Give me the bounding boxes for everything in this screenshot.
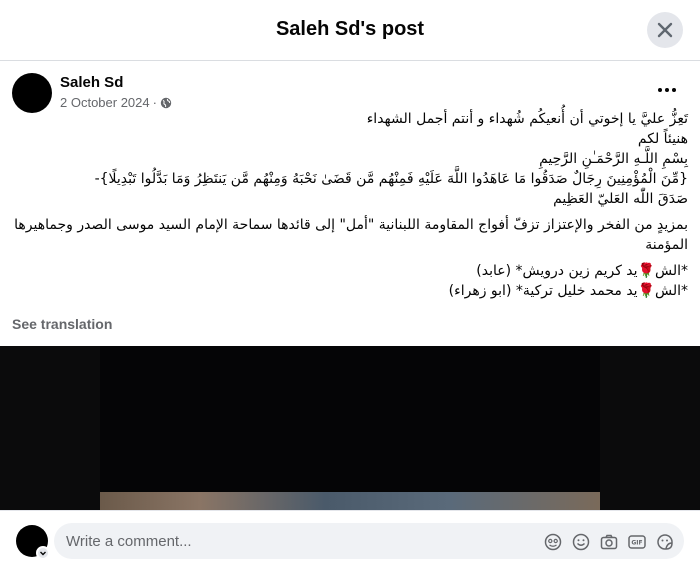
post-line: صَدَقَ اللّٰه العَليّ العَظِيم: [553, 191, 688, 207]
comment-bar: GIF: [0, 510, 700, 577]
avatar-sticker-icon: [544, 533, 562, 551]
gif-button[interactable]: GIF: [627, 532, 647, 552]
close-icon: [657, 22, 673, 38]
more-dot: [665, 88, 669, 92]
martyr-line: *الش🌹يد كريم زين درويش* (عابد): [476, 263, 688, 279]
meta-separator: ·: [152, 95, 157, 110]
close-button[interactable]: [647, 12, 683, 48]
camera-icon: [600, 534, 618, 550]
sticker-icon: [657, 534, 673, 550]
more-options-button[interactable]: [652, 78, 682, 102]
post-video[interactable]: [0, 346, 700, 510]
post-meta: 2 October 2024 ·: [60, 95, 172, 110]
post-line: بِسْمِ اللَّـهِ الرَّحْمَـٰنِ الرَّحِيمِ: [539, 151, 688, 167]
sticker-button[interactable]: [655, 532, 675, 552]
post-paragraph: بمزيدٍ من الفخر والإعتزاز تزفّ أفواج الم…: [14, 217, 688, 253]
author-avatar[interactable]: [12, 73, 52, 113]
author-name[interactable]: Saleh Sd: [60, 74, 123, 91]
more-dot: [672, 88, 676, 92]
post-date[interactable]: 2 October 2024: [60, 95, 150, 110]
globe-icon: [160, 97, 172, 108]
post-line: تَعِزُّ عليَّ يا إخوتي أن أُنعيكُم شُهدا…: [366, 111, 688, 127]
post-line: هنيئاً لكم: [637, 131, 688, 147]
chevron-down-icon: [40, 551, 46, 556]
comment-tools: GIF: [543, 532, 683, 552]
camera-button[interactable]: [599, 532, 619, 552]
emoji-button[interactable]: [571, 532, 591, 552]
video-frame: [100, 346, 600, 510]
emoji-icon: [572, 533, 590, 551]
martyr-line: *الش🌹يد محمد خليل تركية* (ابو زهراء): [448, 283, 688, 299]
gif-icon: GIF: [628, 535, 646, 549]
post-text: تَعِزُّ عليَّ يا إخوتي أن أُنعيكُم شُهدا…: [12, 109, 688, 301]
avatar-sticker-button[interactable]: [543, 532, 563, 552]
see-translation-link[interactable]: See translation: [12, 316, 112, 332]
profile-switch-badge[interactable]: [36, 546, 50, 560]
svg-text:GIF: GIF: [631, 540, 642, 547]
dialog-title: Saleh Sd's post: [275, 18, 425, 40]
post-line: {مِّنَ الْمُؤْمِنِينَ رِجَالٌ صَدَقُوا م…: [94, 171, 688, 187]
more-horizontal-icon: [658, 88, 662, 92]
dialog-header: Saleh Sd's post: [0, 0, 700, 61]
video-thumbnail: [100, 492, 600, 510]
post-header: Saleh Sd 2 October 2024 ·: [12, 72, 688, 114]
